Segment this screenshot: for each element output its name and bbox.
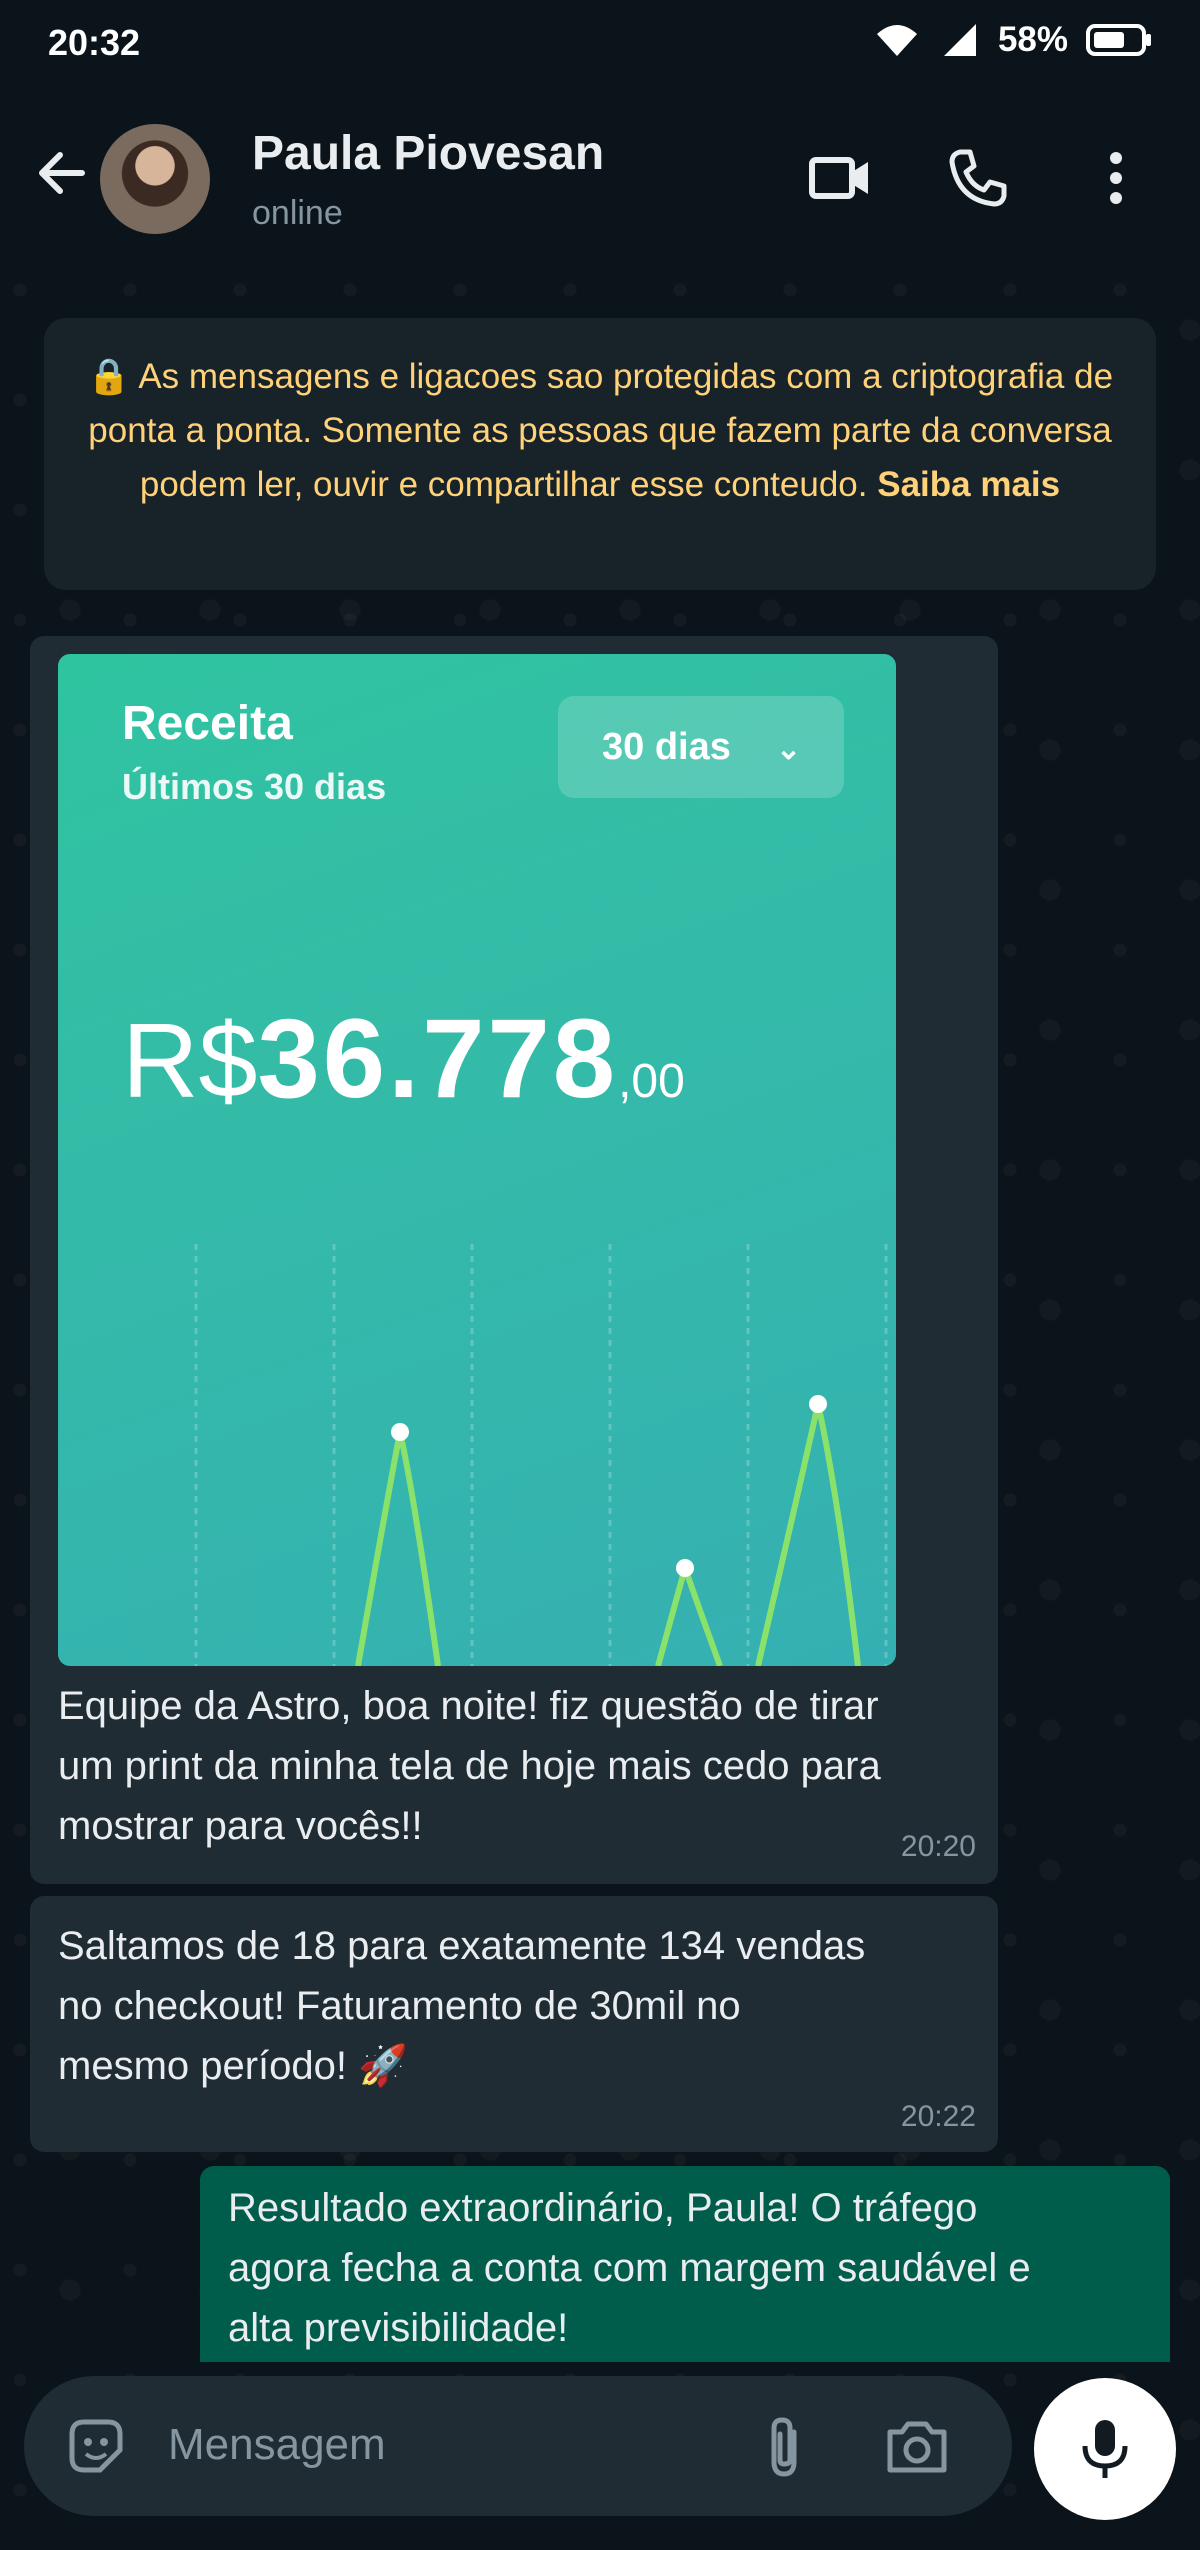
message-line: um print da minha tela de hoje mais cedo… bbox=[58, 1744, 881, 1788]
video-call-icon[interactable] bbox=[808, 146, 872, 210]
signal-icon bbox=[943, 24, 976, 56]
currency-symbol: R$ bbox=[122, 1002, 258, 1120]
card-subtitle: Últimos 30 dias bbox=[122, 766, 387, 807]
voice-record-button[interactable] bbox=[1034, 2378, 1176, 2520]
message-composer[interactable]: Mensagem bbox=[24, 2376, 1012, 2516]
message-line: Equipe da Astro, boa noite! fiz questão … bbox=[58, 1684, 879, 1728]
contact-name[interactable]: Paula Piovesan bbox=[252, 126, 604, 181]
revenue-amount: R$36.778,00 bbox=[122, 994, 685, 1123]
period-select: 30 dias ⌄ bbox=[558, 696, 844, 798]
phone-call-icon[interactable] bbox=[946, 146, 1010, 210]
wifi-icon bbox=[876, 25, 917, 56]
outgoing-message-bubble[interactable]: Resultado extraordinário, Paula! O tráfe… bbox=[200, 2166, 1170, 2362]
battery-icon bbox=[1086, 24, 1151, 56]
sticker-icon[interactable] bbox=[64, 2414, 128, 2478]
learn-more-link[interactable]: Saiba mais bbox=[877, 465, 1060, 504]
battery-percent: 58% bbox=[997, 20, 1068, 59]
back-arrow-icon[interactable] bbox=[30, 142, 92, 204]
message-text: Equipe da Astro, boa noite! fiz questão … bbox=[58, 1676, 881, 1856]
period-select-value: 30 dias bbox=[602, 726, 731, 768]
card-title: Receita bbox=[122, 697, 293, 750]
amount-value: 36.778 bbox=[257, 996, 619, 1121]
lock-icon: 🔒 bbox=[86, 357, 131, 396]
more-options-icon[interactable] bbox=[1084, 146, 1148, 210]
message-line: mostrar para vocês!! bbox=[58, 1804, 423, 1848]
message-timestamp: 20:22 bbox=[900, 2100, 976, 2133]
chat-header: Paula Piovesan online bbox=[0, 90, 1200, 270]
encryption-notice[interactable]: 🔒 As mensagens e ligacoes sao protegidas… bbox=[44, 318, 1156, 590]
message-text: Resultado extraordinário, Paula! O tráfe… bbox=[228, 2178, 1031, 2358]
chevron-down-icon: ⌄ bbox=[776, 733, 802, 766]
incoming-message-bubble[interactable]: Saltamos de 18 para exatamente 134 venda… bbox=[30, 1896, 998, 2152]
camera-icon[interactable] bbox=[884, 2416, 950, 2476]
incoming-message-bubble[interactable]: Receita Últimos 30 dias 30 dias ⌄ R$36.7… bbox=[30, 636, 998, 1884]
message-timestamp: 20:20 bbox=[900, 1830, 976, 1863]
status-time: 20:32 bbox=[48, 22, 141, 63]
message-input[interactable]: Mensagem bbox=[168, 2420, 386, 2470]
message-line: Saltamos de 18 para exatamente 134 venda… bbox=[58, 1924, 866, 1968]
message-line: Resultado extraordinário, Paula! O tráfe… bbox=[228, 2186, 978, 2230]
revenue-line-chart bbox=[194, 1244, 888, 1666]
message-line: no checkout! Faturamento de 30mil no bbox=[58, 1984, 741, 2028]
message-text: Saltamos de 18 para exatamente 134 venda… bbox=[58, 1916, 865, 2096]
attach-icon[interactable] bbox=[754, 2414, 814, 2480]
contact-avatar[interactable] bbox=[100, 124, 210, 234]
message-line: agora fecha a conta com margem saudável … bbox=[228, 2246, 1031, 2290]
message-line: alta previsibilidade! bbox=[228, 2306, 569, 2350]
amount-cents: ,00 bbox=[618, 1055, 685, 1108]
message-line: mesmo período! 🚀 bbox=[58, 2044, 408, 2088]
status-bar: 20:32 58% bbox=[0, 0, 1200, 90]
microphone-icon bbox=[1082, 2420, 1128, 2478]
revenue-screenshot-image[interactable]: Receita Últimos 30 dias 30 dias ⌄ R$36.7… bbox=[58, 654, 896, 1666]
contact-status: online bbox=[252, 194, 343, 232]
